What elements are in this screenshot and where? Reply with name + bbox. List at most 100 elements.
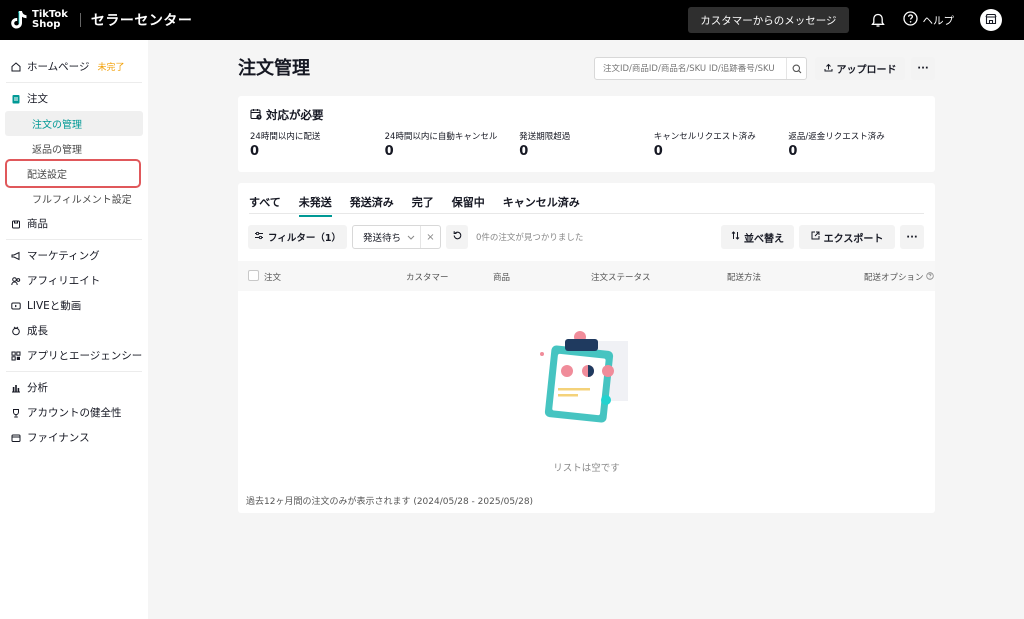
- help-link[interactable]: ヘルプ: [902, 11, 955, 29]
- column-customer: カスタマー: [406, 273, 449, 283]
- sidebar-divider: [6, 239, 142, 240]
- sidebar-item-label: マーケティング: [27, 250, 100, 262]
- metric-value: 0: [788, 144, 798, 159]
- page-title: 注文管理: [238, 58, 310, 79]
- metric-value: 0: [384, 144, 394, 159]
- video-icon: [11, 301, 21, 311]
- metrics-row: 24時間以内に配送 0 24時間以内に自動キャンセル 0 発送期限超過 0 キャ…: [250, 130, 923, 159]
- sidebar-item-label: 商品: [27, 218, 48, 230]
- sidebar-item-orders[interactable]: 注文: [0, 86, 148, 111]
- column-order-status: 注文ステータス: [591, 273, 651, 283]
- sidebar-divider: [6, 82, 142, 83]
- metric-label: 発送期限超過: [519, 132, 571, 142]
- column-shipping-method: 配送方法: [727, 273, 762, 283]
- upload-button[interactable]: アップロード: [815, 57, 905, 80]
- sidebar-item-label: 成長: [27, 325, 48, 337]
- sidebar-item-label: アフィリエイト: [27, 275, 101, 287]
- metric-cancel-requests[interactable]: キャンセルリクエスト済み 0: [654, 130, 789, 159]
- sort-icon: [731, 231, 740, 243]
- apps-grid-icon: [11, 351, 21, 361]
- sidebar-item-home[interactable]: ホームページ 未完了: [0, 54, 148, 79]
- shop-avatar[interactable]: [980, 9, 1002, 31]
- column-label: 配送オプション: [864, 273, 924, 283]
- metric-ship-24h[interactable]: 24時間以内に配送 0: [250, 130, 385, 159]
- sidebar-item-returns[interactable]: 返品の管理: [5, 136, 143, 161]
- export-label: エクスポート: [823, 233, 884, 245]
- metric-value: 0: [653, 144, 663, 159]
- order-search[interactable]: [594, 57, 807, 80]
- status-badge: 未完了: [97, 63, 125, 73]
- sidebar-item-apps[interactable]: アプリとエージェンシー: [0, 343, 148, 368]
- metric-auto-cancel-24h[interactable]: 24時間以内に自動キャンセル 0: [385, 130, 520, 159]
- toolbar-more-button[interactable]: ···: [900, 225, 924, 249]
- sidebar-item-live-video[interactable]: LIVEと動画: [0, 293, 148, 318]
- sidebar-item-finance[interactable]: ファイナンス: [0, 425, 148, 450]
- sidebar-item-fulfillment-settings[interactable]: フルフィルメント設定: [5, 186, 143, 211]
- sort-label: 並べ替え: [744, 233, 784, 245]
- metric-label: キャンセルリクエスト済み: [653, 132, 756, 142]
- export-icon: [811, 231, 820, 243]
- sidebar-item-label: アプリとエージェンシー: [27, 350, 143, 362]
- sidebar-item-shipping-settings[interactable]: 配送設定: [5, 159, 141, 188]
- topbar-actions: カスタマーからのメッセージ ヘルプ: [688, 7, 1014, 33]
- info-icon[interactable]: [926, 272, 934, 283]
- sidebar-item-label: LIVEと動画: [27, 300, 82, 312]
- sidebar-item-products[interactable]: 商品: [0, 211, 148, 236]
- clear-filter-icon[interactable]: ×: [420, 226, 440, 248]
- app-title: セラーセンター: [90, 13, 193, 29]
- customer-messages-button[interactable]: カスタマーからのメッセージ: [688, 7, 849, 33]
- metric-value: 0: [519, 144, 529, 159]
- empty-clipboard-illustration: [538, 329, 638, 429]
- search-icon[interactable]: [786, 58, 806, 79]
- reset-filters-button[interactable]: [446, 225, 468, 249]
- sidebar-divider: [6, 371, 142, 372]
- orders-card: すべて 未発送 発送済み 完了 保留中 キャンセル済み フィルター（1） 発送待…: [238, 183, 935, 513]
- empty-state-text: リストは空です: [553, 463, 620, 474]
- sort-button[interactable]: 並べ替え: [721, 225, 794, 249]
- metric-return-requests[interactable]: 返品/返金リクエスト済み 0: [788, 130, 923, 159]
- sidebar-item-growth[interactable]: 成長: [0, 318, 148, 343]
- sidebar-item-order-management[interactable]: 注文の管理: [5, 111, 143, 136]
- store-icon: [985, 13, 997, 28]
- sidebar-item-label: ファイナンス: [27, 432, 90, 444]
- metric-label: 返品/返金リクエスト済み: [788, 132, 885, 142]
- filter-icon: [254, 231, 264, 243]
- action-required-label: 対応が必要: [266, 108, 324, 122]
- wallet-icon: [11, 433, 21, 443]
- order-icon: [11, 94, 21, 104]
- sidebar-item-label: 注文: [27, 93, 48, 105]
- metric-label: 24時間以内に自動キャンセル: [384, 132, 498, 142]
- help-label: ヘルプ: [922, 14, 955, 27]
- sidebar-item-account-health[interactable]: アカウントの健全性: [0, 400, 148, 425]
- orders-table-header: 注文 カスタマー 商品 注文ステータス 配送方法 配送オプション: [238, 261, 935, 291]
- status-filter-select[interactable]: 発送待ち ×: [352, 225, 441, 249]
- filter-label: フィルター（1）: [268, 233, 341, 244]
- people-icon: [11, 276, 21, 286]
- logo-line2: Shop: [32, 19, 61, 30]
- column-product: 商品: [493, 273, 511, 283]
- bar-chart-icon: [11, 383, 21, 393]
- bell-icon[interactable]: [869, 11, 887, 29]
- select-all-checkbox[interactable]: [248, 270, 259, 281]
- export-button[interactable]: エクスポート: [799, 225, 895, 249]
- metric-label: 24時間以内に配送: [250, 132, 321, 142]
- megaphone-icon: [11, 251, 21, 261]
- sidebar-item-label: 分析: [27, 382, 48, 394]
- calendar-clock-icon: [250, 108, 262, 123]
- column-shipping-option: 配送オプション: [864, 271, 934, 283]
- search-input[interactable]: [603, 63, 783, 74]
- refresh-icon: [452, 230, 463, 244]
- filter-button[interactable]: フィルター（1）: [248, 225, 347, 249]
- sidebar: ホームページ 未完了 注文 注文の管理 返品の管理 配送設定 フルフィルメント設…: [0, 40, 148, 619]
- sidebar-item-marketing[interactable]: マーケティング: [0, 243, 148, 268]
- sidebar-item-affiliate[interactable]: アフィリエイト: [0, 268, 148, 293]
- sidebar-item-analytics[interactable]: 分析: [0, 375, 148, 400]
- logo-divider: [79, 13, 81, 27]
- tabs-divider: [249, 213, 924, 214]
- metric-overdue[interactable]: 発送期限超過 0: [519, 130, 654, 159]
- more-options-button[interactable]: ···: [911, 57, 935, 80]
- action-required-title: 対応が必要: [250, 107, 923, 123]
- tiktok-logo-icon: [10, 10, 28, 30]
- tiktok-shop-logo[interactable]: TikTok Shop: [10, 10, 68, 30]
- upload-icon: [824, 63, 833, 75]
